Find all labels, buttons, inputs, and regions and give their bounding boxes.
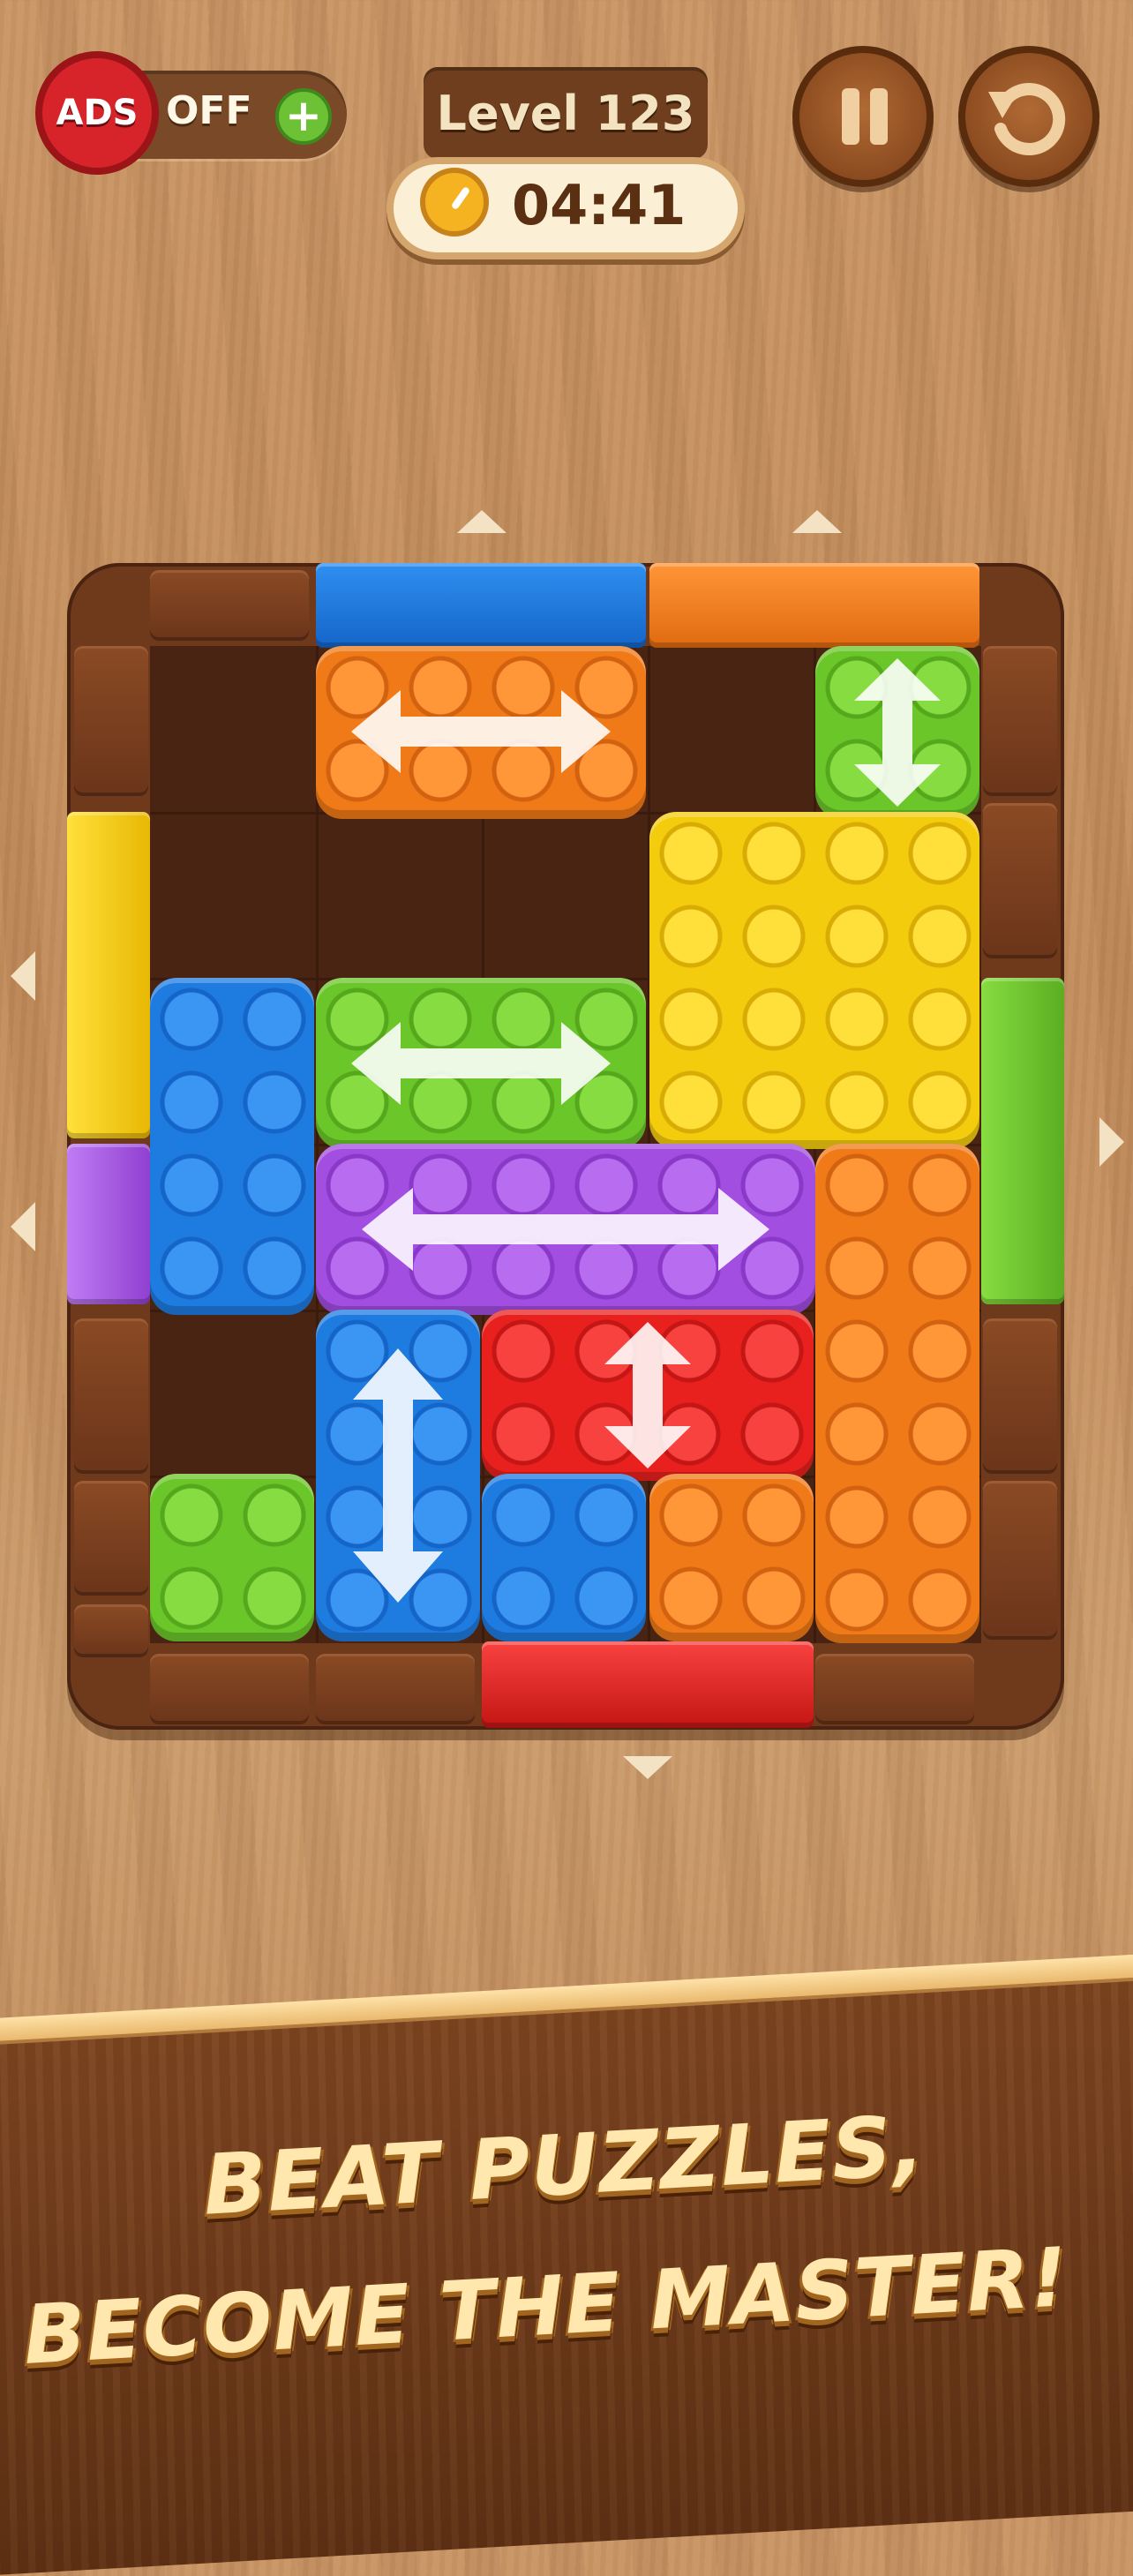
block-orange-square[interactable] <box>649 1474 814 1641</box>
no-ads-icon[interactable]: ADS <box>35 51 159 175</box>
exit-hint-left-icon <box>11 1202 35 1251</box>
exit-gate-green <box>981 978 1064 1304</box>
block-blue-square[interactable] <box>482 1474 646 1641</box>
block-blue-tall[interactable] <box>150 978 314 1315</box>
block-blue-vertical[interactable] <box>316 1310 480 1641</box>
ads-state-label: OFF <box>166 88 252 133</box>
restart-button[interactable] <box>958 46 1099 187</box>
exit-hint-up-icon <box>457 510 506 533</box>
level-label: Level 123 <box>436 85 695 141</box>
exit-gate-purple <box>67 1144 150 1304</box>
horizontal-arrow-icon <box>362 1188 769 1271</box>
vertical-arrow-icon <box>353 1348 443 1603</box>
ads-badge-label: ADS <box>56 93 139 133</box>
block-orange-tall[interactable] <box>815 1144 979 1643</box>
block-green-square[interactable] <box>150 1474 314 1641</box>
restart-icon <box>988 83 1066 156</box>
exit-gate-orange <box>649 563 979 648</box>
plus-icon[interactable]: + <box>275 88 332 145</box>
block-purple-horizontal[interactable] <box>316 1144 815 1315</box>
horizontal-arrow-icon <box>351 1022 611 1105</box>
exit-gate-blue <box>316 563 646 648</box>
pause-button[interactable] <box>792 46 934 187</box>
block-green-vertical[interactable] <box>815 646 979 819</box>
stopwatch-icon <box>420 168 489 237</box>
block-red-vertical[interactable] <box>482 1310 814 1481</box>
block-green-horizontal[interactable] <box>316 978 646 1149</box>
exit-gate-yellow <box>67 812 150 1138</box>
level-indicator: Level 123 <box>424 67 708 159</box>
timer-value: 04:41 <box>512 173 687 237</box>
vertical-arrow-icon <box>604 1322 691 1468</box>
exit-hint-up-icon <box>792 510 842 533</box>
exit-gate-red <box>482 1641 814 1728</box>
pause-icon <box>842 88 859 145</box>
vertical-arrow-icon <box>854 658 941 807</box>
exit-hint-right-icon <box>1099 1117 1124 1167</box>
block-yellow-large[interactable] <box>649 812 979 1149</box>
block-orange-horizontal[interactable] <box>316 646 646 819</box>
exit-hint-down-icon <box>623 1756 672 1779</box>
exit-hint-left-icon <box>11 951 35 1001</box>
horizontal-arrow-icon <box>351 690 611 773</box>
